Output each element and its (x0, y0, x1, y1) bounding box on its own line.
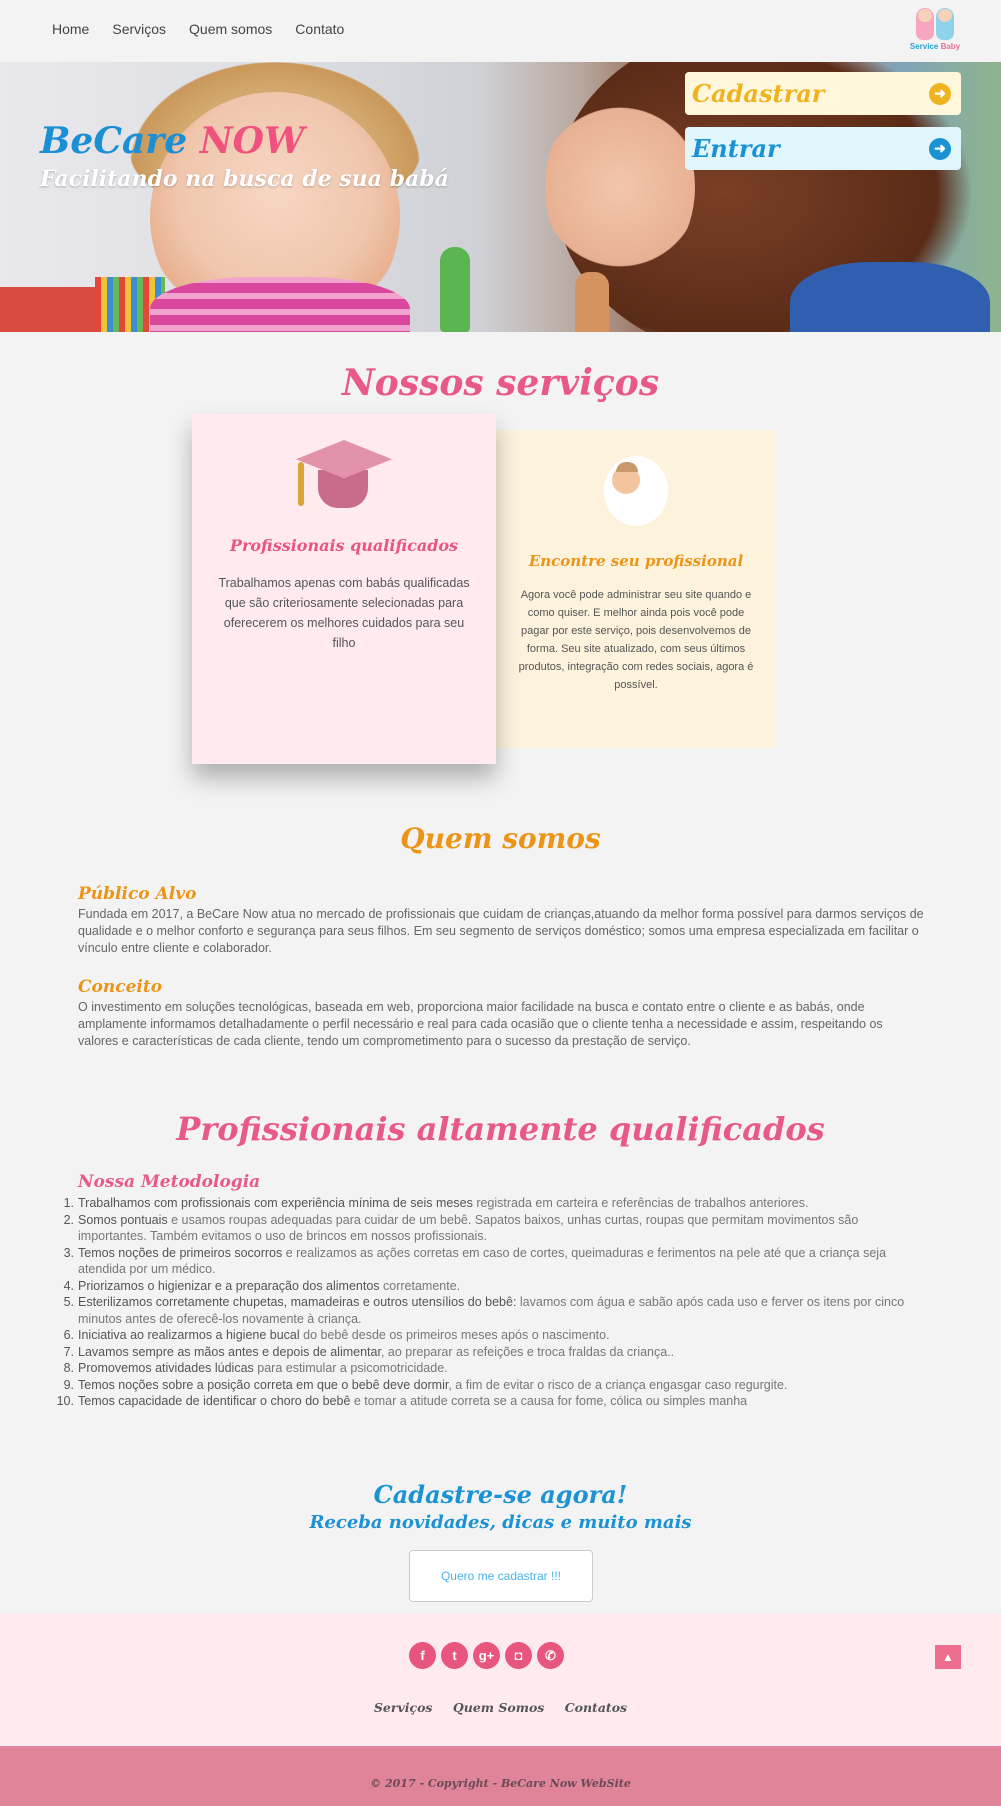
back-to-top-button[interactable]: ▲ (935, 1645, 961, 1669)
list-item: 4. Priorizamos o higienizar e a preparaçã… (63, 1278, 461, 1293)
hero-subtitle: Facilitando na busca de sua babá (40, 166, 449, 192)
copyright-bar: © 2017 - Copyright - BeCare Now WebSite (0, 1746, 1001, 1806)
top-navbar: Home Serviços Quem somos Contato Service… (0, 0, 1001, 62)
services-title: Nossos serviços (341, 362, 660, 404)
hero-banner: BeCare NOW Facilitando na busca de sua b… (0, 62, 1001, 332)
whatsapp-icon[interactable]: ✆ (537, 1642, 564, 1669)
puppet-green (440, 247, 470, 332)
metodologia-heading: Nossa Metodologia (78, 1172, 261, 1192)
conceito-heading: Conceito (78, 977, 163, 997)
chevron-up-icon: ▲ (942, 1650, 954, 1664)
cadastrar-label: Cadastrar (692, 79, 825, 108)
entrar-label: Entrar (692, 134, 780, 163)
service-card-title: Encontre seu profissional (528, 552, 744, 570)
list-item: 8. Promovemos atividades lúdicas para est… (63, 1361, 448, 1375)
entrar-button[interactable]: Entrar ➜ (685, 127, 961, 170)
list-item: 10. Temos capacidade de identificar o cho… (56, 1394, 748, 1408)
service-baby-logo[interactable]: Service Baby (909, 8, 961, 52)
swaddled-baby-icon (604, 456, 668, 526)
footer: f t g+ ◘ ✆ ▲ Serviços Quem Somos Contato… (0, 1614, 1001, 1746)
list-item: 7. Lavamos sempre as mãos antes e depois … (63, 1344, 675, 1359)
publico-alvo-block: Público Alvo Fundada em 2017, a BeCare N… (78, 884, 924, 957)
publico-alvo-heading: Público Alvo (78, 884, 197, 904)
conceito-block: Conceito O investimento em soluções tecn… (78, 977, 924, 1050)
footer-link-contatos[interactable]: Contatos (565, 1700, 627, 1715)
publico-alvo-text: Fundada em 2017, a BeCare Now atua no me… (78, 907, 924, 955)
instagram-icon[interactable]: ◘ (505, 1642, 532, 1669)
puppet-orange (575, 272, 609, 332)
arrow-right-circle-icon: ➜ (929, 137, 951, 160)
signup-button[interactable]: Quero me cadastrar !!! (409, 1550, 593, 1602)
google-plus-icon[interactable]: g+ (473, 1642, 500, 1669)
list-item: 5. Esterilizamos corretamente chupetas, m… (63, 1295, 905, 1326)
list-item: 1. Trabalhamos com profissionais com expe… (63, 1196, 809, 1210)
nav-link-contato[interactable]: Contato (295, 21, 344, 37)
service-card-text: Trabalhamos apenas com babás qualificada… (218, 576, 470, 650)
service-card-qualificados: Profissionais qualificados Trabalhamos a… (192, 414, 496, 764)
hero-photo-woman (545, 92, 695, 282)
hero-title: BeCare NOW (40, 120, 305, 162)
graduation-cap-icon (296, 440, 392, 518)
twitter-icon[interactable]: t (441, 1642, 468, 1669)
logo-text: Service Baby (909, 42, 961, 51)
arrow-right-circle-icon: ➜ (929, 82, 951, 105)
service-card-title: Profissionais qualificados (229, 536, 459, 555)
facebook-icon[interactable]: f (409, 1642, 436, 1669)
list-item: 9. Temos noções sobre a posição correta e… (63, 1377, 788, 1392)
babies-logo-icon (909, 8, 961, 40)
service-card-text: Agora você pode administrar seu site qua… (518, 589, 754, 691)
footer-links: Serviços Quem Somos Contatos (0, 1700, 1001, 1715)
footer-link-quem-somos[interactable]: Quem Somos (453, 1700, 544, 1715)
nav-link-home[interactable]: Home (52, 21, 89, 37)
cadastrar-button[interactable]: Cadastrar ➜ (685, 72, 961, 115)
footer-link-servicos[interactable]: Serviços (374, 1700, 433, 1715)
list-item: 6. Iniciativa ao realizarmos a higiene bu… (63, 1328, 610, 1342)
nav-links: Home Serviços Quem somos Contato (52, 21, 367, 37)
about-title: Quem somos (400, 822, 601, 855)
prof-title: Profissionais altamente qualificados (176, 1110, 825, 1148)
conceito-text: O investimento em soluções tecnológicas,… (78, 1000, 883, 1048)
nav-link-quem-somos[interactable]: Quem somos (189, 21, 272, 37)
nav-link-servicos[interactable]: Serviços (112, 21, 166, 37)
list-item: 3. Temos noções de primeiros socorros e r… (63, 1245, 887, 1277)
cta-subtitle: Receba novidades, dicas e muito mais (309, 1512, 692, 1533)
social-links: f t g+ ◘ ✆ (409, 1642, 564, 1669)
service-card-encontre: Encontre seu profissional Agora você pod… (496, 430, 776, 748)
list-item: 2. Somos pontuais e usamos roupas adequad… (63, 1212, 859, 1244)
metodologia-list: 1. Trabalhamos com profissionais com expe… (56, 1195, 924, 1410)
cta-title: Cadastre-se agora! (373, 1480, 628, 1509)
